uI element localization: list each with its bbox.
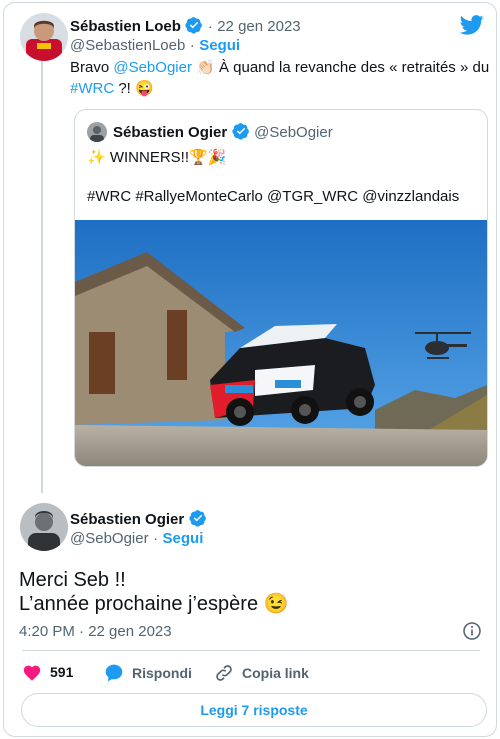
tweet-date[interactable]: 22 gen 2023 xyxy=(217,18,300,35)
reply-handle-row: @SebOgier · Segui xyxy=(70,530,203,548)
verified-badge-icon xyxy=(189,510,206,527)
thread-line xyxy=(41,55,43,493)
author-handle[interactable]: @SebastienLoeb xyxy=(70,37,185,54)
copy-link-label: Copia link xyxy=(242,665,309,681)
quoted-handle: @SebOgier xyxy=(254,124,333,141)
heart-icon xyxy=(23,665,41,681)
dot-separator: · xyxy=(207,18,213,35)
follow-button[interactable]: Segui xyxy=(163,530,204,547)
follow-button[interactable]: Segui xyxy=(199,37,240,54)
tweet-embed-card: Sébastien Loeb · 22 gen 2023 @SebastienL… xyxy=(3,2,497,737)
tweet-text-part: Bravo xyxy=(70,59,114,76)
reply-bubble-icon xyxy=(105,664,123,682)
copy-link-action[interactable]: Copia link xyxy=(214,663,309,683)
reply-header: Sébastien Ogier xyxy=(70,509,207,529)
quoted-avatar xyxy=(87,122,107,142)
handle-row: @SebastienLoeb · Segui xyxy=(70,37,240,55)
reply-text-line-2: L’année prochaine j’espère 😉 xyxy=(19,593,289,615)
reply-action[interactable]: Rispondi xyxy=(104,663,192,683)
quoted-author-name: Sébastien Ogier xyxy=(113,124,228,141)
reply-text-line-1: Merci Seb !! xyxy=(19,569,126,591)
info-icon[interactable] xyxy=(462,621,482,641)
reply-timestamp[interactable]: 4:20 PM · 22 gen 2023 xyxy=(19,623,172,640)
like-action[interactable]: 591 xyxy=(22,663,73,681)
verified-badge-icon xyxy=(185,17,203,34)
verified-badge-icon xyxy=(232,123,249,140)
rally-car-photo xyxy=(75,220,487,466)
avatar-loeb[interactable] xyxy=(20,13,68,61)
reply-handle[interactable]: @SebOgier xyxy=(70,530,149,547)
reply-author-name[interactable]: Sébastien Ogier xyxy=(70,511,184,528)
quoted-line-1: ✨ WINNERS!!🏆🎉 xyxy=(87,149,227,166)
tweet-header: Sébastien Loeb · 22 gen 2023 xyxy=(70,16,301,36)
divider xyxy=(22,650,480,651)
tweet-text-part: 👏🏻 À quand la revanche des « retraités »… xyxy=(191,59,490,76)
mention-link[interactable]: @SebOgier xyxy=(113,59,192,76)
link-icon xyxy=(216,665,232,681)
reply-label: Rispondi xyxy=(132,665,192,681)
like-count: 591 xyxy=(50,664,74,680)
hashtag-link[interactable]: #WRC xyxy=(70,80,114,97)
tweet-text-part: ?! 😜 xyxy=(114,80,154,97)
read-replies-button[interactable]: Leggi 7 risposte xyxy=(21,693,487,727)
dot-separator: · xyxy=(153,530,159,547)
quoted-header: Sébastien Ogier @SebOgier xyxy=(113,122,333,142)
author-name[interactable]: Sébastien Loeb xyxy=(70,18,181,35)
avatar-ogier[interactable] xyxy=(20,503,68,551)
tweet-text: Bravo @SebOgier 👏🏻 À quand la revanche d… xyxy=(70,57,489,99)
quoted-line-2: #WRC #RallyeMonteCarlo @TGR_WRC @vinzzla… xyxy=(87,188,460,205)
twitter-bird-icon[interactable] xyxy=(460,15,484,35)
quoted-tweet[interactable]: Sébastien Ogier @SebOgier ✨ WINNERS!!🏆🎉 … xyxy=(74,109,488,467)
dot-separator: · xyxy=(189,37,195,54)
